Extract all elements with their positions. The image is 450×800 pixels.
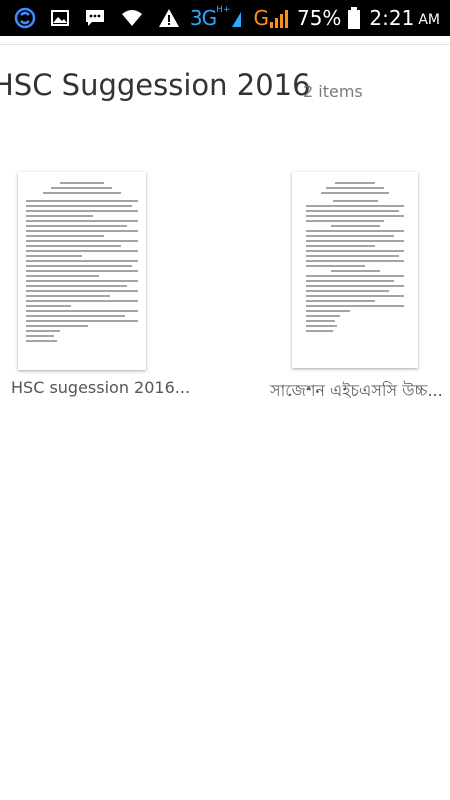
status-bar: 3G H+ G 75% 2:21 AM	[0, 0, 450, 36]
clock-time: 2:21	[369, 6, 415, 30]
clock-ampm: AM	[418, 12, 440, 28]
file-thumbnail[interactable]	[292, 172, 418, 368]
battery-percent: 75%	[296, 6, 342, 30]
folder-title: HSC Suggession 2016	[0, 68, 311, 102]
document-preview	[26, 182, 138, 345]
file-item[interactable]: HSC sugession 2016...	[11, 172, 190, 397]
wifi-icon	[122, 10, 142, 26]
warning-icon	[159, 9, 179, 27]
notification-icons	[14, 6, 180, 30]
file-name[interactable]: সাজেশন এইচএসসি উচ্চ...	[270, 378, 443, 405]
top-divider	[0, 44, 450, 45]
network-sup: H+	[216, 5, 231, 15]
signal-bars-icon	[269, 10, 288, 28]
file-thumbnail[interactable]	[18, 172, 146, 370]
carrier-mark: G	[253, 6, 269, 30]
folder-item-count: 2 items	[303, 82, 363, 101]
signal-icon	[232, 12, 242, 27]
image-icon	[51, 10, 69, 26]
sync-icon	[14, 7, 36, 29]
file-name[interactable]: HSC sugession 2016...	[11, 378, 190, 397]
network-type: 3G	[189, 6, 217, 30]
file-item[interactable]: সাজেশন এইচএসসি উচ্চ...	[270, 172, 443, 400]
system-status: 3G H+ G 75% 2:21 AM	[190, 3, 440, 33]
document-preview	[306, 182, 404, 335]
battery-icon	[348, 7, 361, 29]
message-icon	[86, 10, 104, 26]
